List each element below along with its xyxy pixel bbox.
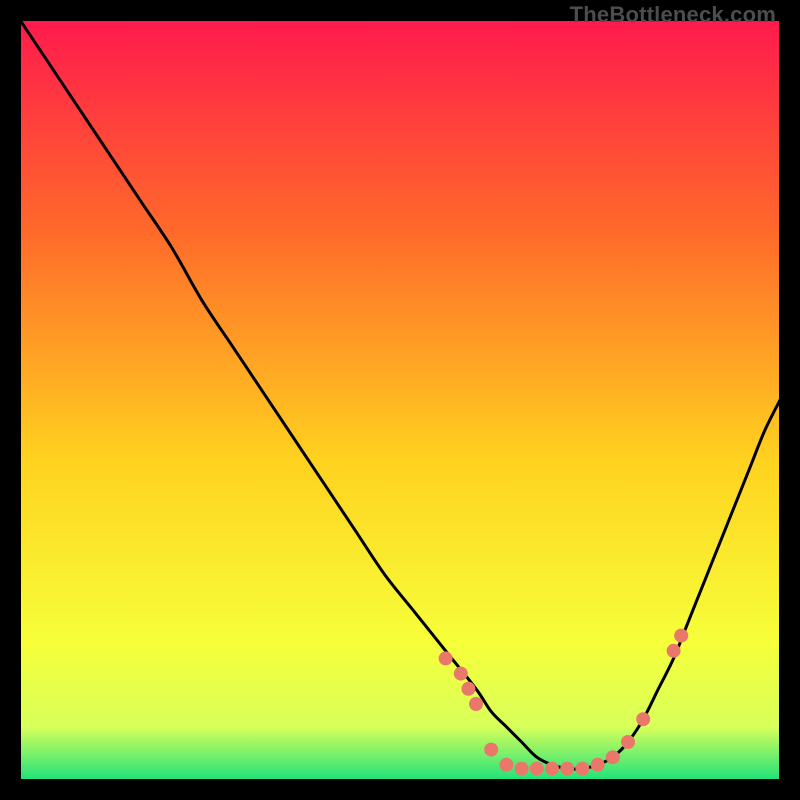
data-marker <box>674 629 688 643</box>
bottleneck-chart <box>20 20 780 780</box>
data-marker <box>545 762 559 776</box>
data-marker <box>560 762 574 776</box>
data-marker <box>499 758 513 772</box>
data-marker <box>469 697 483 711</box>
chart-background <box>20 20 780 780</box>
chart-frame <box>20 20 780 780</box>
data-marker <box>621 735 635 749</box>
data-marker <box>575 762 589 776</box>
data-marker <box>530 762 544 776</box>
data-marker <box>515 762 529 776</box>
watermark-label: TheBottleneck.com <box>570 2 776 28</box>
data-marker <box>636 712 650 726</box>
data-marker <box>439 651 453 665</box>
data-marker <box>591 758 605 772</box>
data-marker <box>454 667 468 681</box>
data-marker <box>461 682 475 696</box>
data-marker <box>606 750 620 764</box>
data-marker <box>667 644 681 658</box>
data-marker <box>484 743 498 757</box>
